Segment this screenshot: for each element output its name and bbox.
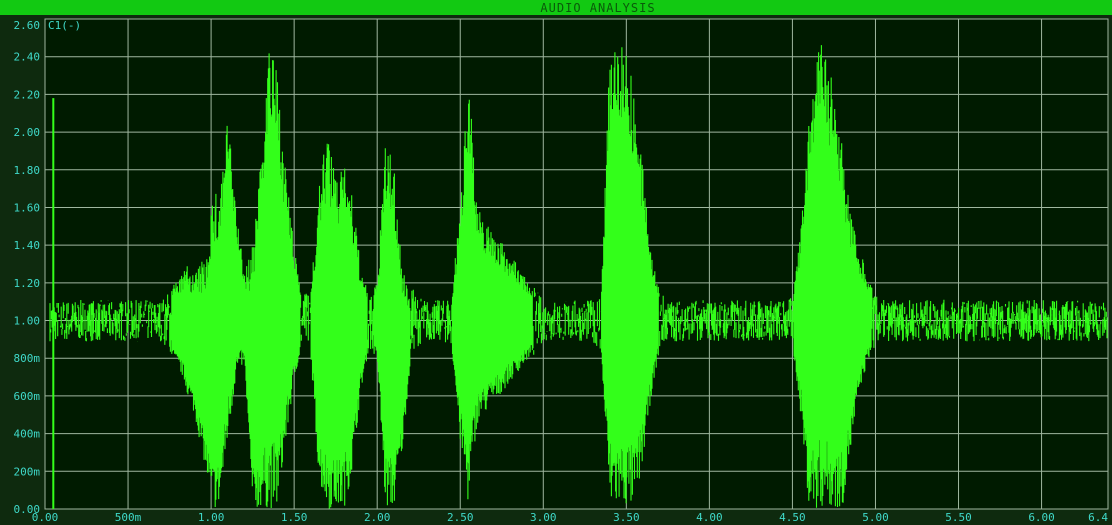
x-tick-label: 4.50: [779, 511, 806, 524]
x-tick-label: 4.00: [696, 511, 723, 524]
y-tick-label: 1.60: [14, 201, 41, 214]
y-tick-label: 1.80: [14, 164, 41, 177]
window-title: AUDIO ANALYSIS: [540, 1, 655, 15]
x-tick-label: 6.4: [1088, 511, 1108, 524]
x-tick-label: 0.00: [32, 511, 59, 524]
y-tick-label: 400m: [14, 428, 41, 441]
y-tick-label: 800m: [14, 352, 41, 365]
y-tick-label: 1.00: [14, 315, 41, 328]
y-tick-label: 600m: [14, 390, 41, 403]
y-tick-label: 2.00: [14, 126, 41, 139]
x-tick-label: 500m: [115, 511, 142, 524]
x-tick-label: 1.50: [281, 511, 308, 524]
x-tick-label: 1.00: [198, 511, 225, 524]
x-tick-label: 3.00: [530, 511, 557, 524]
y-tick-label: 2.60: [14, 19, 41, 32]
x-tick-label: 6.00: [1028, 511, 1055, 524]
x-tick-label: 5.50: [945, 511, 972, 524]
y-tick-label: 2.20: [14, 88, 41, 101]
x-tick-label: 5.00: [862, 511, 889, 524]
y-tick-label: 1.40: [14, 239, 41, 252]
y-tick-label: 1.20: [14, 277, 41, 290]
x-tick-label: 3.50: [613, 511, 640, 524]
x-tick-label: 2.00: [364, 511, 391, 524]
audio-analysis-scope: AUDIO ANALYSIS 0.00 200m 400m 600m 800m 1.00 1…: [0, 0, 1112, 525]
y-tick-label: 200m: [14, 465, 41, 478]
x-tick-label: 2.50: [447, 511, 474, 524]
y-tick-label: 2.40: [14, 51, 41, 64]
trace-label: C1(-): [48, 19, 81, 32]
